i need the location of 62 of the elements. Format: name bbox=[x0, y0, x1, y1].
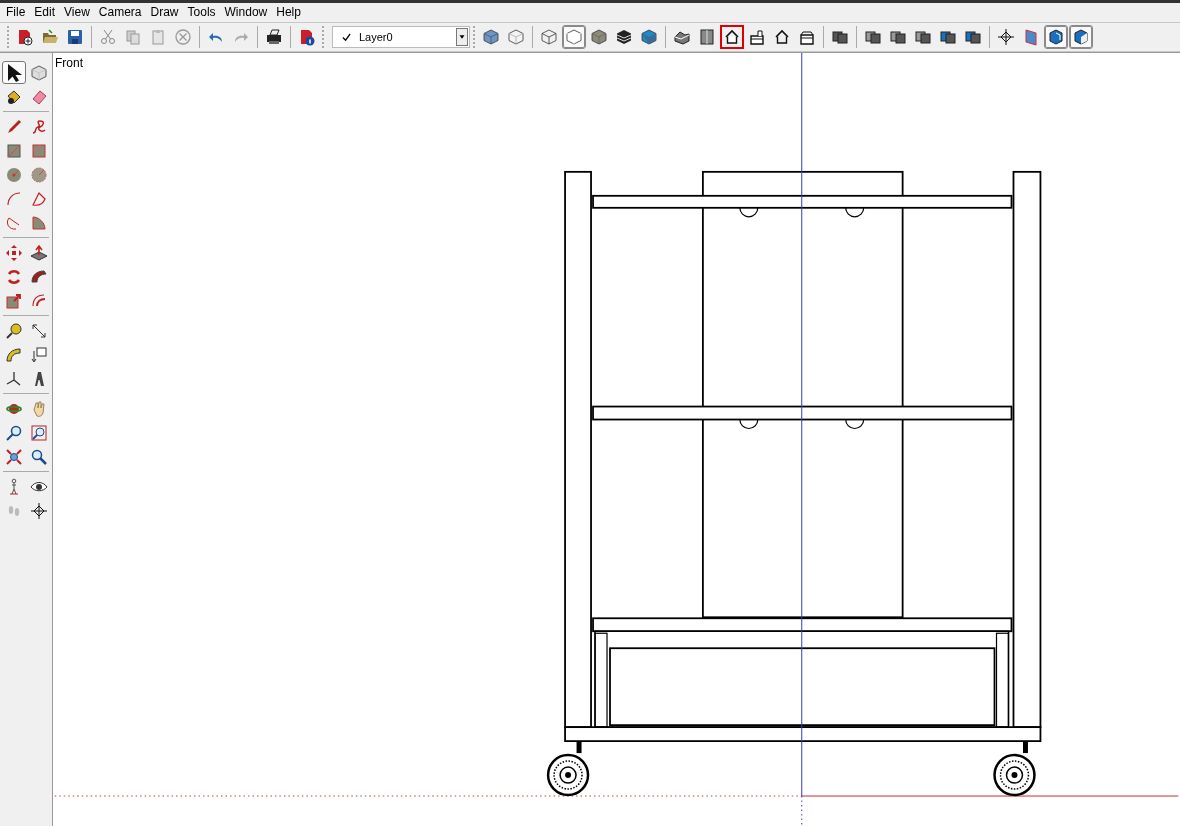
toolbar-button[interactable] bbox=[1044, 25, 1068, 49]
cube-icon bbox=[482, 28, 500, 46]
check-icon bbox=[342, 32, 351, 42]
layer-name: Layer0 bbox=[359, 29, 394, 45]
toolbar-button[interactable] bbox=[1069, 25, 1093, 49]
solids-icon bbox=[831, 28, 849, 46]
follow-me-icon bbox=[29, 267, 48, 286]
arc-icon bbox=[4, 189, 23, 208]
pie-icon bbox=[29, 213, 48, 232]
section-plane-icon bbox=[1022, 28, 1040, 46]
copy-icon bbox=[124, 28, 142, 46]
tape-measure-icon bbox=[4, 321, 23, 340]
cube-icon bbox=[590, 28, 608, 46]
menu-item[interactable]: Draw bbox=[146, 3, 183, 22]
solids-icon bbox=[914, 28, 932, 46]
zoom-extents-icon bbox=[4, 447, 23, 466]
new-file-icon bbox=[16, 28, 34, 46]
circle-x-icon bbox=[174, 28, 192, 46]
box-icon bbox=[698, 28, 716, 46]
tool-button[interactable] bbox=[1, 61, 26, 84]
layer-dropdown[interactable]: Layer0 bbox=[332, 26, 470, 48]
text-label-icon bbox=[29, 345, 48, 364]
section-cube-icon bbox=[1047, 28, 1065, 46]
toolbar-button[interactable] bbox=[720, 25, 744, 49]
clipboard-icon bbox=[149, 28, 167, 46]
crosshair-icon bbox=[997, 28, 1015, 46]
rectangle-icon bbox=[29, 141, 48, 160]
view-label: Front bbox=[55, 55, 83, 72]
rectangle-icon bbox=[4, 141, 23, 160]
menu-item[interactable]: Window bbox=[220, 3, 272, 22]
protractor-icon bbox=[4, 345, 23, 364]
menu-item[interactable]: Help bbox=[272, 3, 305, 22]
magnifier-icon bbox=[4, 423, 23, 442]
info-icon bbox=[298, 28, 316, 46]
cube-icon bbox=[565, 28, 583, 46]
zoom-window-icon bbox=[29, 423, 48, 442]
circle-icon bbox=[4, 165, 23, 184]
cube-icon bbox=[640, 28, 658, 46]
menu-item[interactable]: View bbox=[60, 3, 94, 22]
printer-icon bbox=[265, 28, 283, 46]
dimension-icon bbox=[29, 321, 48, 340]
component-icon bbox=[29, 63, 48, 82]
solids-icon bbox=[939, 28, 957, 46]
cube-icon bbox=[507, 28, 525, 46]
scissors-icon bbox=[99, 28, 117, 46]
scale-icon bbox=[4, 291, 23, 310]
circle-icon bbox=[29, 165, 48, 184]
crosshair-icon bbox=[29, 501, 48, 520]
section-cube-icon bbox=[1072, 28, 1090, 46]
menu-item[interactable]: Camera bbox=[94, 3, 146, 22]
solids-icon bbox=[889, 28, 907, 46]
axes-icon bbox=[4, 369, 23, 388]
solids-icon bbox=[864, 28, 882, 46]
move-arrows-icon bbox=[4, 243, 23, 262]
menu-item[interactable]: File bbox=[2, 3, 30, 22]
open-folder-icon bbox=[41, 28, 59, 46]
cube-icon bbox=[615, 28, 633, 46]
cube-icon bbox=[540, 28, 558, 46]
menu-item[interactable]: Edit bbox=[30, 3, 60, 22]
push-pull-icon bbox=[29, 243, 48, 262]
menu-item[interactable]: Tools bbox=[183, 3, 220, 22]
solids-icon bbox=[964, 28, 982, 46]
